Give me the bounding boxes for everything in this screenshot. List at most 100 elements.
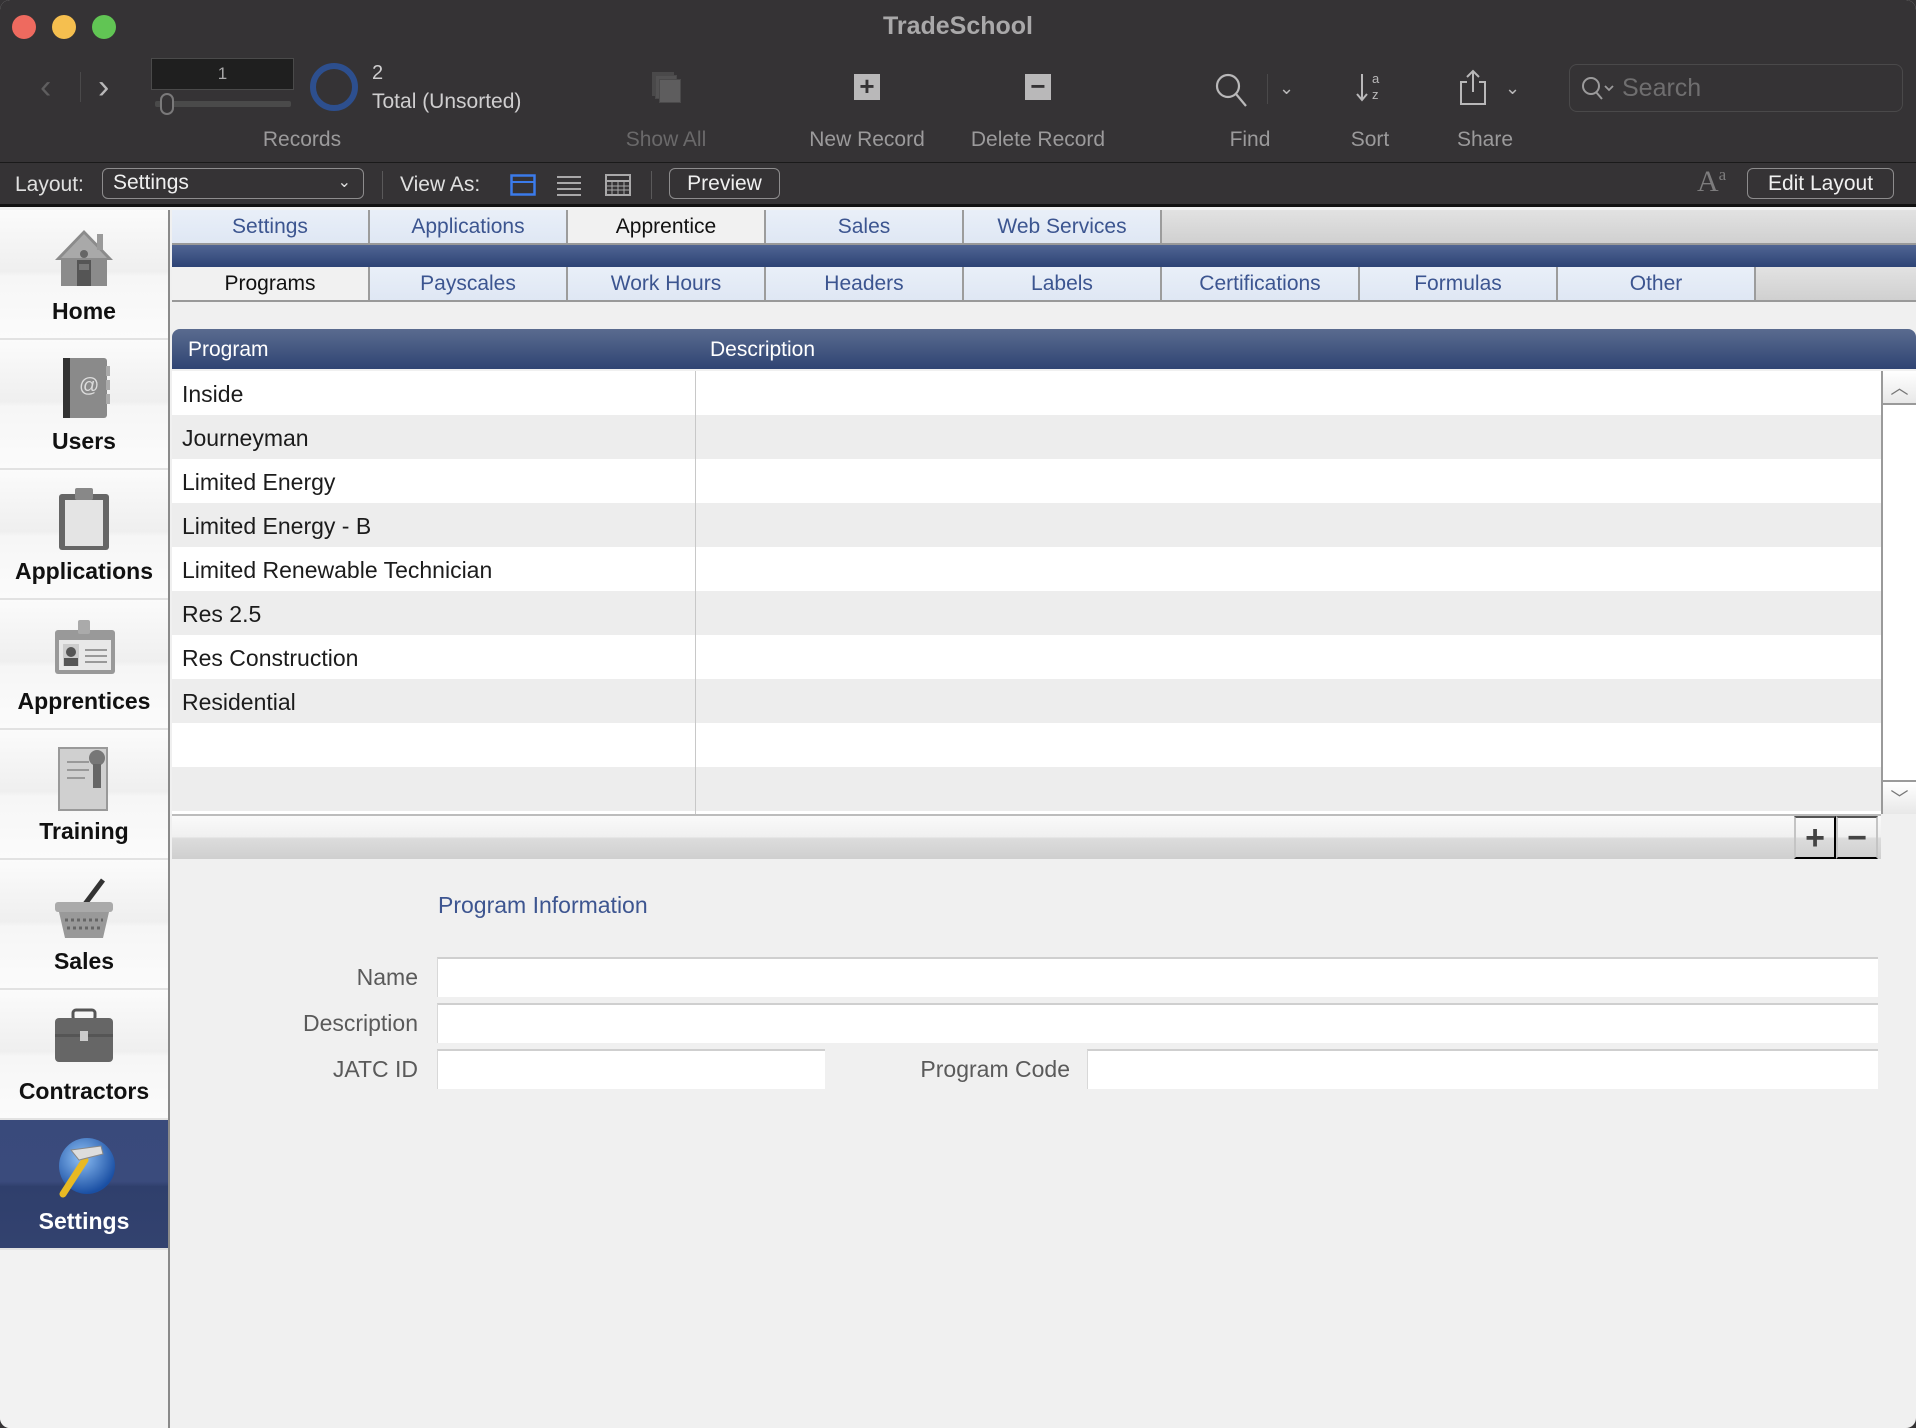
portal-row[interactable]: Limited Renewable Technician xyxy=(172,547,1881,591)
tab-payscales[interactable]: Payscales xyxy=(370,267,568,300)
share-button[interactable]: Share xyxy=(1440,128,1530,152)
portal-row[interactable]: Res Construction xyxy=(172,635,1881,679)
sidebar-item-sales[interactable]: Sales xyxy=(0,860,168,990)
preview-button[interactable]: Preview xyxy=(669,168,780,199)
portal-row[interactable]: Limited Energy - B xyxy=(172,503,1881,547)
records-label: Records xyxy=(262,128,342,151)
scroll-down-button[interactable]: ﹀ xyxy=(1883,780,1916,814)
tab-work-hours[interactable]: Work Hours xyxy=(568,267,766,300)
sidebar-item-apprentices[interactable]: Apprentices xyxy=(0,600,168,730)
tab-applications[interactable]: Applications xyxy=(370,210,568,243)
window-title: TradeSchool xyxy=(882,12,1034,40)
sidebar-item-label: Training xyxy=(39,818,129,844)
portal-footer: + − xyxy=(172,814,1881,859)
program-cell: Residential xyxy=(182,689,296,715)
tab-sales[interactable]: Sales xyxy=(766,210,964,243)
toolbar: TradeSchool ‹ › 2 Total (Unsorted) Recor… xyxy=(0,0,1916,163)
tab-formulas[interactable]: Formulas xyxy=(1360,267,1558,300)
program-code-label: Program Code xyxy=(920,1056,1070,1082)
tab-other[interactable]: Other xyxy=(1558,267,1756,300)
portal-scrollbar[interactable]: ︿ ﹀ xyxy=(1881,371,1916,814)
tab-settings[interactable]: Settings xyxy=(172,210,370,243)
sidebar-item-home[interactable]: Home xyxy=(0,210,168,340)
tab-web-services[interactable]: Web Services xyxy=(964,210,1162,243)
clipboard-icon xyxy=(59,488,109,550)
record-slider-thumb[interactable] xyxy=(160,93,174,115)
sidebar-item-label: Sales xyxy=(53,948,115,974)
sort-button[interactable]: Sort xyxy=(1330,128,1410,152)
certificate-icon xyxy=(58,747,108,811)
table-view-icon[interactable] xyxy=(605,174,631,196)
portal-row[interactable] xyxy=(172,767,1881,811)
id-badge-icon xyxy=(55,620,115,674)
previous-record-button[interactable]: ‹ xyxy=(40,70,51,104)
column-divider xyxy=(695,371,696,814)
edit-layout-button[interactable]: Edit Layout xyxy=(1747,168,1894,199)
column-header-program[interactable]: Program xyxy=(188,338,269,362)
tab-labels[interactable]: Labels xyxy=(964,267,1162,300)
search-input[interactable] xyxy=(1622,71,1892,105)
tab-apprentice[interactable]: Apprentice xyxy=(568,210,766,243)
layout-bar: Layout: Settings ⌄ View As: Preview Aa E… xyxy=(0,163,1916,207)
secondary-tab-bar: Programs Payscales Work Hours Headers La… xyxy=(172,267,1916,302)
record-count: 2 xyxy=(372,62,384,84)
sidebar-item-label: Contractors xyxy=(18,1078,150,1104)
house-icon xyxy=(55,230,113,286)
portal-row[interactable]: Res 2.5 xyxy=(172,591,1881,635)
share-dropdown-caret-icon[interactable]: ⌄ xyxy=(1505,78,1520,99)
portal-row[interactable] xyxy=(172,723,1881,767)
next-record-button[interactable]: › xyxy=(98,70,109,104)
new-record-button[interactable]: New Record xyxy=(796,128,938,152)
show-all-button[interactable]: Show All xyxy=(606,128,726,152)
delete-row-button[interactable]: − xyxy=(1836,816,1878,859)
program-cell: Inside xyxy=(182,381,244,407)
sidebar-item-training[interactable]: Training xyxy=(0,730,168,860)
description-field[interactable] xyxy=(437,1003,1878,1043)
svg-text:z: z xyxy=(1372,87,1379,102)
portal-row[interactable]: Residential xyxy=(172,679,1881,723)
list-view-icon[interactable] xyxy=(556,174,582,196)
delete-record-button[interactable]: Delete Record xyxy=(960,128,1116,152)
search-icon[interactable] xyxy=(1580,75,1620,103)
tab-certifications[interactable]: Certifications xyxy=(1162,267,1360,300)
program-code-field[interactable] xyxy=(1087,1049,1878,1089)
sidebar-item-applications[interactable]: Applications xyxy=(0,470,168,600)
briefcase-icon xyxy=(55,1008,113,1062)
hammer-globe-icon xyxy=(59,1138,115,1198)
program-cell: Limited Renewable Technician xyxy=(182,557,493,583)
column-header-description[interactable]: Description xyxy=(710,338,815,362)
chevron-right-icon: › xyxy=(98,68,110,106)
record-pie-icon xyxy=(310,63,358,111)
sidebar-item-users[interactable]: @ Users xyxy=(0,340,168,470)
scroll-up-button[interactable]: ︿ xyxy=(1883,371,1916,405)
quick-find-search[interactable] xyxy=(1569,64,1903,112)
text-size-icon[interactable]: Aa xyxy=(1697,165,1726,199)
tab-programs[interactable]: Programs xyxy=(172,267,370,300)
sidebar-item-contractors[interactable]: Contractors xyxy=(0,990,168,1120)
tab-headers[interactable]: Headers xyxy=(766,267,964,300)
record-slider[interactable] xyxy=(155,101,291,107)
portal-row[interactable]: Limited Energy xyxy=(172,459,1881,503)
sidebar-item-settings[interactable]: Settings xyxy=(0,1120,168,1250)
divider xyxy=(651,171,652,199)
portal-header: Program Description xyxy=(172,329,1916,369)
portal-row[interactable]: Journeyman xyxy=(172,415,1881,459)
program-cell: Journeyman xyxy=(182,425,309,451)
form-view-icon[interactable] xyxy=(510,174,536,196)
share-icon xyxy=(1460,69,1486,105)
record-number-field[interactable] xyxy=(151,58,294,90)
find-dropdown-caret-icon[interactable]: ⌄ xyxy=(1279,78,1294,99)
svg-text:@: @ xyxy=(79,375,99,397)
jatc-id-field[interactable] xyxy=(437,1049,825,1089)
portal-row[interactable]: Inside xyxy=(172,371,1881,415)
add-row-button[interactable]: + xyxy=(1794,816,1836,859)
name-field[interactable] xyxy=(437,957,1878,997)
programs-portal: Inside Journeyman Limited Energy Limited En… xyxy=(172,371,1881,814)
basket-icon xyxy=(55,878,113,938)
magnifier-icon[interactable] xyxy=(1212,70,1252,110)
chevron-down-icon: ﹀ xyxy=(1890,789,1909,809)
primary-tab-bar: Settings Applications Apprentice Sales W… xyxy=(172,210,1916,245)
find-button[interactable]: Find xyxy=(1210,128,1290,152)
sidebar-item-label: Home xyxy=(52,298,116,324)
layout-select[interactable]: Settings ⌄ xyxy=(102,168,364,199)
